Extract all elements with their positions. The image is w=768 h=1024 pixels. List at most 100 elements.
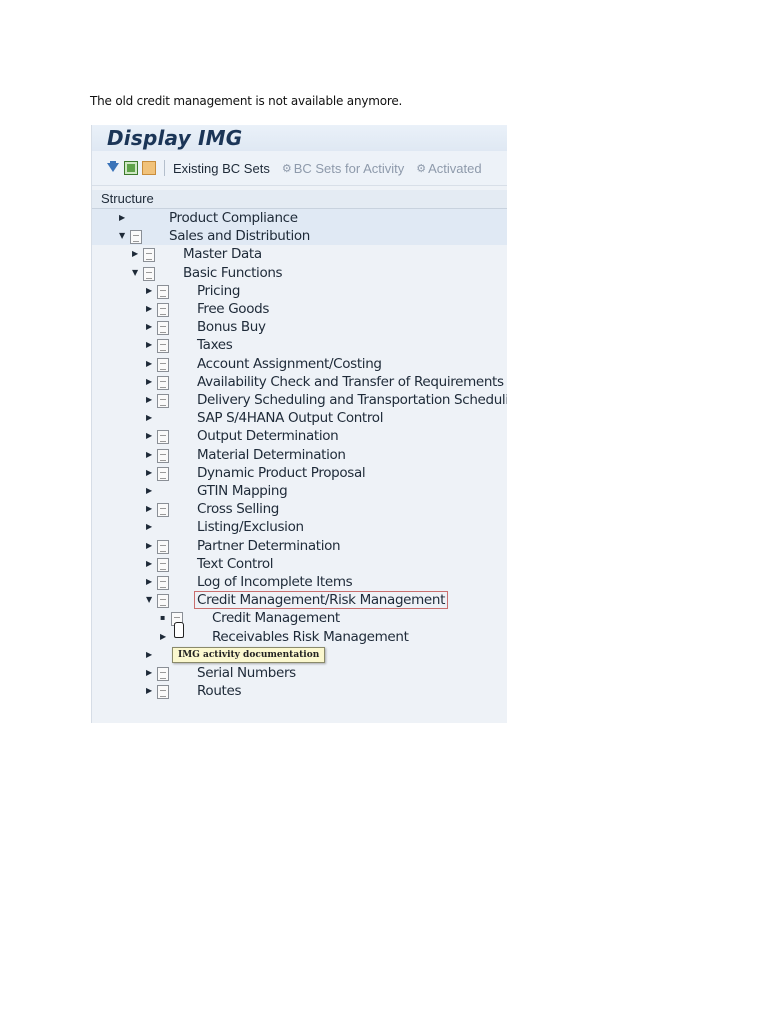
tree-row[interactable]: ▶ Availability Check and Transfer of Requ… — [92, 373, 507, 391]
img-documentation-icon[interactable] — [143, 248, 155, 263]
tree-row[interactable]: ▶ Cross Selling — [92, 500, 507, 518]
tree-row[interactable]: ▶ Free Goods — [92, 300, 507, 318]
bc-sets-icon: ⚙ — [281, 162, 292, 175]
expand-arrow-icon[interactable]: ▶ — [146, 482, 152, 500]
expand-arrow-icon[interactable]: ▶ — [146, 427, 152, 445]
tree-row[interactable]: ▶ Bonus Buy — [92, 318, 507, 336]
toolbar-separator — [164, 160, 165, 176]
img-documentation-icon[interactable] — [157, 503, 169, 518]
tree-item-label: Credit Management/Risk Management — [194, 591, 449, 610]
expand-arrow-icon[interactable]: ▶ — [119, 209, 125, 227]
expand-arrow-icon[interactable]: ▶ — [146, 537, 152, 555]
img-documentation-icon[interactable] — [157, 685, 169, 700]
expand-arrow-icon[interactable]: ▪ — [160, 609, 165, 627]
activated-icon: ⚙ — [416, 162, 427, 175]
img-documentation-icon[interactable] — [157, 539, 169, 554]
tree-row[interactable]: ▶ Output Determination — [92, 427, 507, 445]
tree-item-label: Taxes — [197, 337, 233, 354]
tree-item-label: Free Goods — [197, 301, 270, 317]
tree-row[interactable]: ▶ Receivables Risk Management — [92, 628, 507, 646]
tree-row[interactable]: ▶ GTIN Mapping — [92, 482, 507, 500]
collapse-arrow-icon[interactable]: ▼ — [119, 227, 125, 245]
tree-item-label: Output Determination — [197, 428, 339, 445]
img-documentation-icon[interactable] — [130, 230, 142, 245]
img-documentation-icon[interactable] — [157, 357, 169, 372]
tree-item-label: Partner Determination — [197, 537, 341, 554]
tree-row[interactable]: ▼ Credit Management/Risk Management — [92, 591, 507, 610]
img-documentation-icon[interactable] — [157, 339, 169, 354]
tree-row[interactable]: ▶ Product Compliance — [92, 209, 507, 227]
tree-row[interactable]: ▶ Listing/Exclusion — [92, 518, 507, 536]
tree-row[interactable]: ▶ Text Control — [92, 555, 507, 573]
expand-arrow-icon[interactable]: ▶ — [146, 409, 152, 427]
img-documentation-icon[interactable] — [157, 375, 169, 390]
tree-item-label: Routes — [197, 683, 242, 700]
expand-arrow-icon[interactable]: ▶ — [132, 245, 138, 263]
img-documentation-icon[interactable] — [157, 303, 169, 317]
tree-row[interactable]: ▶ Log of Incomplete Items — [92, 573, 507, 591]
import-icon[interactable] — [124, 161, 138, 175]
expand-arrow-icon[interactable]: ▶ — [146, 318, 152, 336]
tree-item-label: Dynamic Product Proposal — [197, 464, 366, 481]
img-documentation-icon[interactable] — [157, 466, 169, 481]
collapse-arrow-icon[interactable]: ▼ — [132, 264, 138, 282]
expand-arrow-icon[interactable]: ▶ — [146, 464, 152, 482]
img-documentation-icon[interactable] — [157, 284, 169, 299]
tree-row[interactable]: ▼ Basic Functions — [92, 264, 507, 282]
img-documentation-icon[interactable] — [157, 430, 169, 445]
tree-item-label: Bonus Buy — [197, 319, 266, 336]
collapse-arrow-icon[interactable]: ▼ — [146, 591, 152, 609]
expand-arrow-icon[interactable]: ▶ — [146, 664, 152, 682]
expand-arrow-icon[interactable]: ▶ — [146, 282, 152, 300]
tree-row[interactable]: ▪ Credit Management — [92, 609, 507, 627]
tree-item-label: Receivables Risk Management — [212, 628, 409, 645]
expand-arrow-icon[interactable]: ▶ — [160, 628, 166, 646]
filter-icon[interactable] — [106, 161, 120, 175]
tree-item-label: Basic Functions — [183, 264, 283, 281]
img-documentation-icon[interactable] — [143, 266, 155, 281]
img-documentation-icon[interactable] — [157, 557, 169, 572]
activated-button[interactable]: Activated — [428, 161, 481, 176]
tree-item-label: Sales and Distribution — [169, 228, 310, 245]
tree-row[interactable]: ▶ Dynamic Product Proposal — [92, 464, 507, 482]
tree-item-label: Master Data — [183, 246, 262, 263]
sap-window: Display IMG Existing BC Sets ⚙ BC Sets f… — [91, 125, 507, 723]
tree-row[interactable]: ▶ Delivery Scheduling and Transportation … — [92, 391, 507, 409]
bc-sets-for-activity-button[interactable]: BC Sets for Activity — [294, 161, 405, 176]
tree-item-label: GTIN Mapping — [197, 483, 288, 499]
tree-item-label: Serial Numbers — [197, 665, 296, 681]
toolbar: Existing BC Sets ⚙ BC Sets for Activity … — [92, 151, 507, 186]
tree-row[interactable]: ▶ Routes — [92, 682, 507, 700]
paste-icon[interactable] — [142, 161, 156, 175]
existing-bc-sets-button[interactable]: Existing BC Sets — [173, 161, 270, 176]
tree-row[interactable]: ▼ Sales and Distribution — [92, 227, 507, 246]
tree-row[interactable]: ▶ Account Assignment/Costing — [92, 355, 507, 373]
img-documentation-icon[interactable] — [157, 448, 169, 463]
tree-row[interactable]: ▶ SAP S/4HANA Output Control — [92, 409, 507, 427]
expand-arrow-icon[interactable]: ▶ — [146, 446, 152, 464]
expand-arrow-icon[interactable]: ▶ — [146, 355, 152, 373]
expand-arrow-icon[interactable]: ▶ — [146, 373, 152, 391]
expand-arrow-icon[interactable]: ▶ — [146, 336, 152, 354]
expand-arrow-icon[interactable]: ▶ — [146, 573, 152, 591]
img-documentation-icon[interactable] — [157, 576, 169, 590]
expand-arrow-icon[interactable]: ▶ — [146, 300, 152, 318]
tree-row[interactable]: ▶ Pricing — [92, 282, 507, 300]
expand-arrow-icon[interactable]: ▶ — [146, 555, 152, 573]
tree-row[interactable]: ▶ Serial Numbers — [92, 664, 507, 682]
tree-item-label: Delivery Scheduling and Transportation S… — [197, 392, 507, 408]
tree-row[interactable]: ▶ Taxes — [92, 336, 507, 354]
img-documentation-icon[interactable] — [157, 394, 169, 408]
tree-row[interactable]: ▶ Partner Determination — [92, 537, 507, 555]
expand-arrow-icon[interactable]: ▶ — [146, 391, 152, 409]
tree-row[interactable]: ▶ Material Determination — [92, 446, 507, 464]
tree-row[interactable]: ▶ Master Data — [92, 245, 507, 263]
expand-arrow-icon[interactable]: ▶ — [146, 518, 152, 536]
expand-arrow-icon[interactable]: ▶ — [146, 500, 152, 518]
img-documentation-icon[interactable] — [157, 594, 169, 609]
expand-arrow-icon[interactable]: ▶ — [146, 682, 152, 700]
img-documentation-icon[interactable] — [157, 667, 169, 681]
tree-item-label: Text Control — [197, 555, 274, 572]
expand-arrow-icon[interactable]: ▶ — [146, 646, 152, 664]
img-documentation-icon[interactable] — [157, 321, 169, 336]
